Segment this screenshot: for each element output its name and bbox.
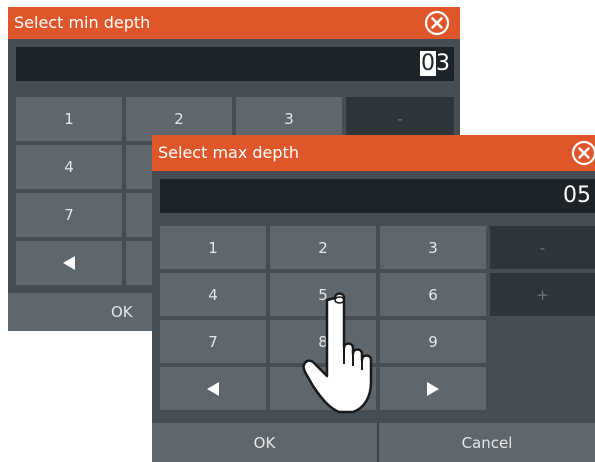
touch-hand-icon <box>302 292 373 414</box>
key-3[interactable]: 3 <box>380 226 486 269</box>
key-7[interactable]: 7 <box>160 320 266 363</box>
key-minus[interactable]: - <box>490 226 595 269</box>
close-button[interactable] <box>424 10 450 36</box>
arrow-left-button[interactable] <box>16 241 122 285</box>
key-9[interactable]: 9 <box>380 320 486 363</box>
arrow-right-button[interactable] <box>380 367 486 410</box>
key-6[interactable]: 6 <box>380 273 486 316</box>
cancel-button[interactable]: Cancel <box>379 423 595 462</box>
text-cursor: 0 <box>420 51 436 76</box>
cancel-label: Cancel <box>461 433 513 452</box>
dialog-title-bar: Select max depth <box>152 135 595 171</box>
arrow-left-icon <box>207 381 219 396</box>
close-icon <box>424 10 450 36</box>
key-4[interactable]: 4 <box>16 145 122 189</box>
key-7[interactable]: 7 <box>16 193 122 237</box>
depth-value: 3 <box>436 51 450 76</box>
arrow-right-icon <box>427 381 439 396</box>
arrow-left-button[interactable] <box>160 367 266 410</box>
dialog-title: Select min depth <box>14 13 151 32</box>
ok-label: OK <box>253 433 276 452</box>
key-4[interactable]: 4 <box>160 273 266 316</box>
arrow-left-icon <box>63 256 75 270</box>
close-button[interactable] <box>571 140 595 166</box>
depth-value: 05 <box>563 183 591 208</box>
key-1[interactable]: 1 <box>160 226 266 269</box>
depth-value-display: 03 <box>16 47 454 81</box>
ok-label: OK <box>111 303 133 321</box>
key-2[interactable]: 2 <box>270 226 376 269</box>
close-icon <box>571 140 595 166</box>
ok-button[interactable]: OK <box>152 423 377 462</box>
key-plus[interactable]: + <box>490 273 595 316</box>
dialog-title: Select max depth <box>158 143 299 162</box>
key-1[interactable]: 1 <box>16 97 122 141</box>
dialog-title-bar: Select min depth <box>8 7 460 39</box>
depth-value-display: 05 <box>160 179 595 213</box>
